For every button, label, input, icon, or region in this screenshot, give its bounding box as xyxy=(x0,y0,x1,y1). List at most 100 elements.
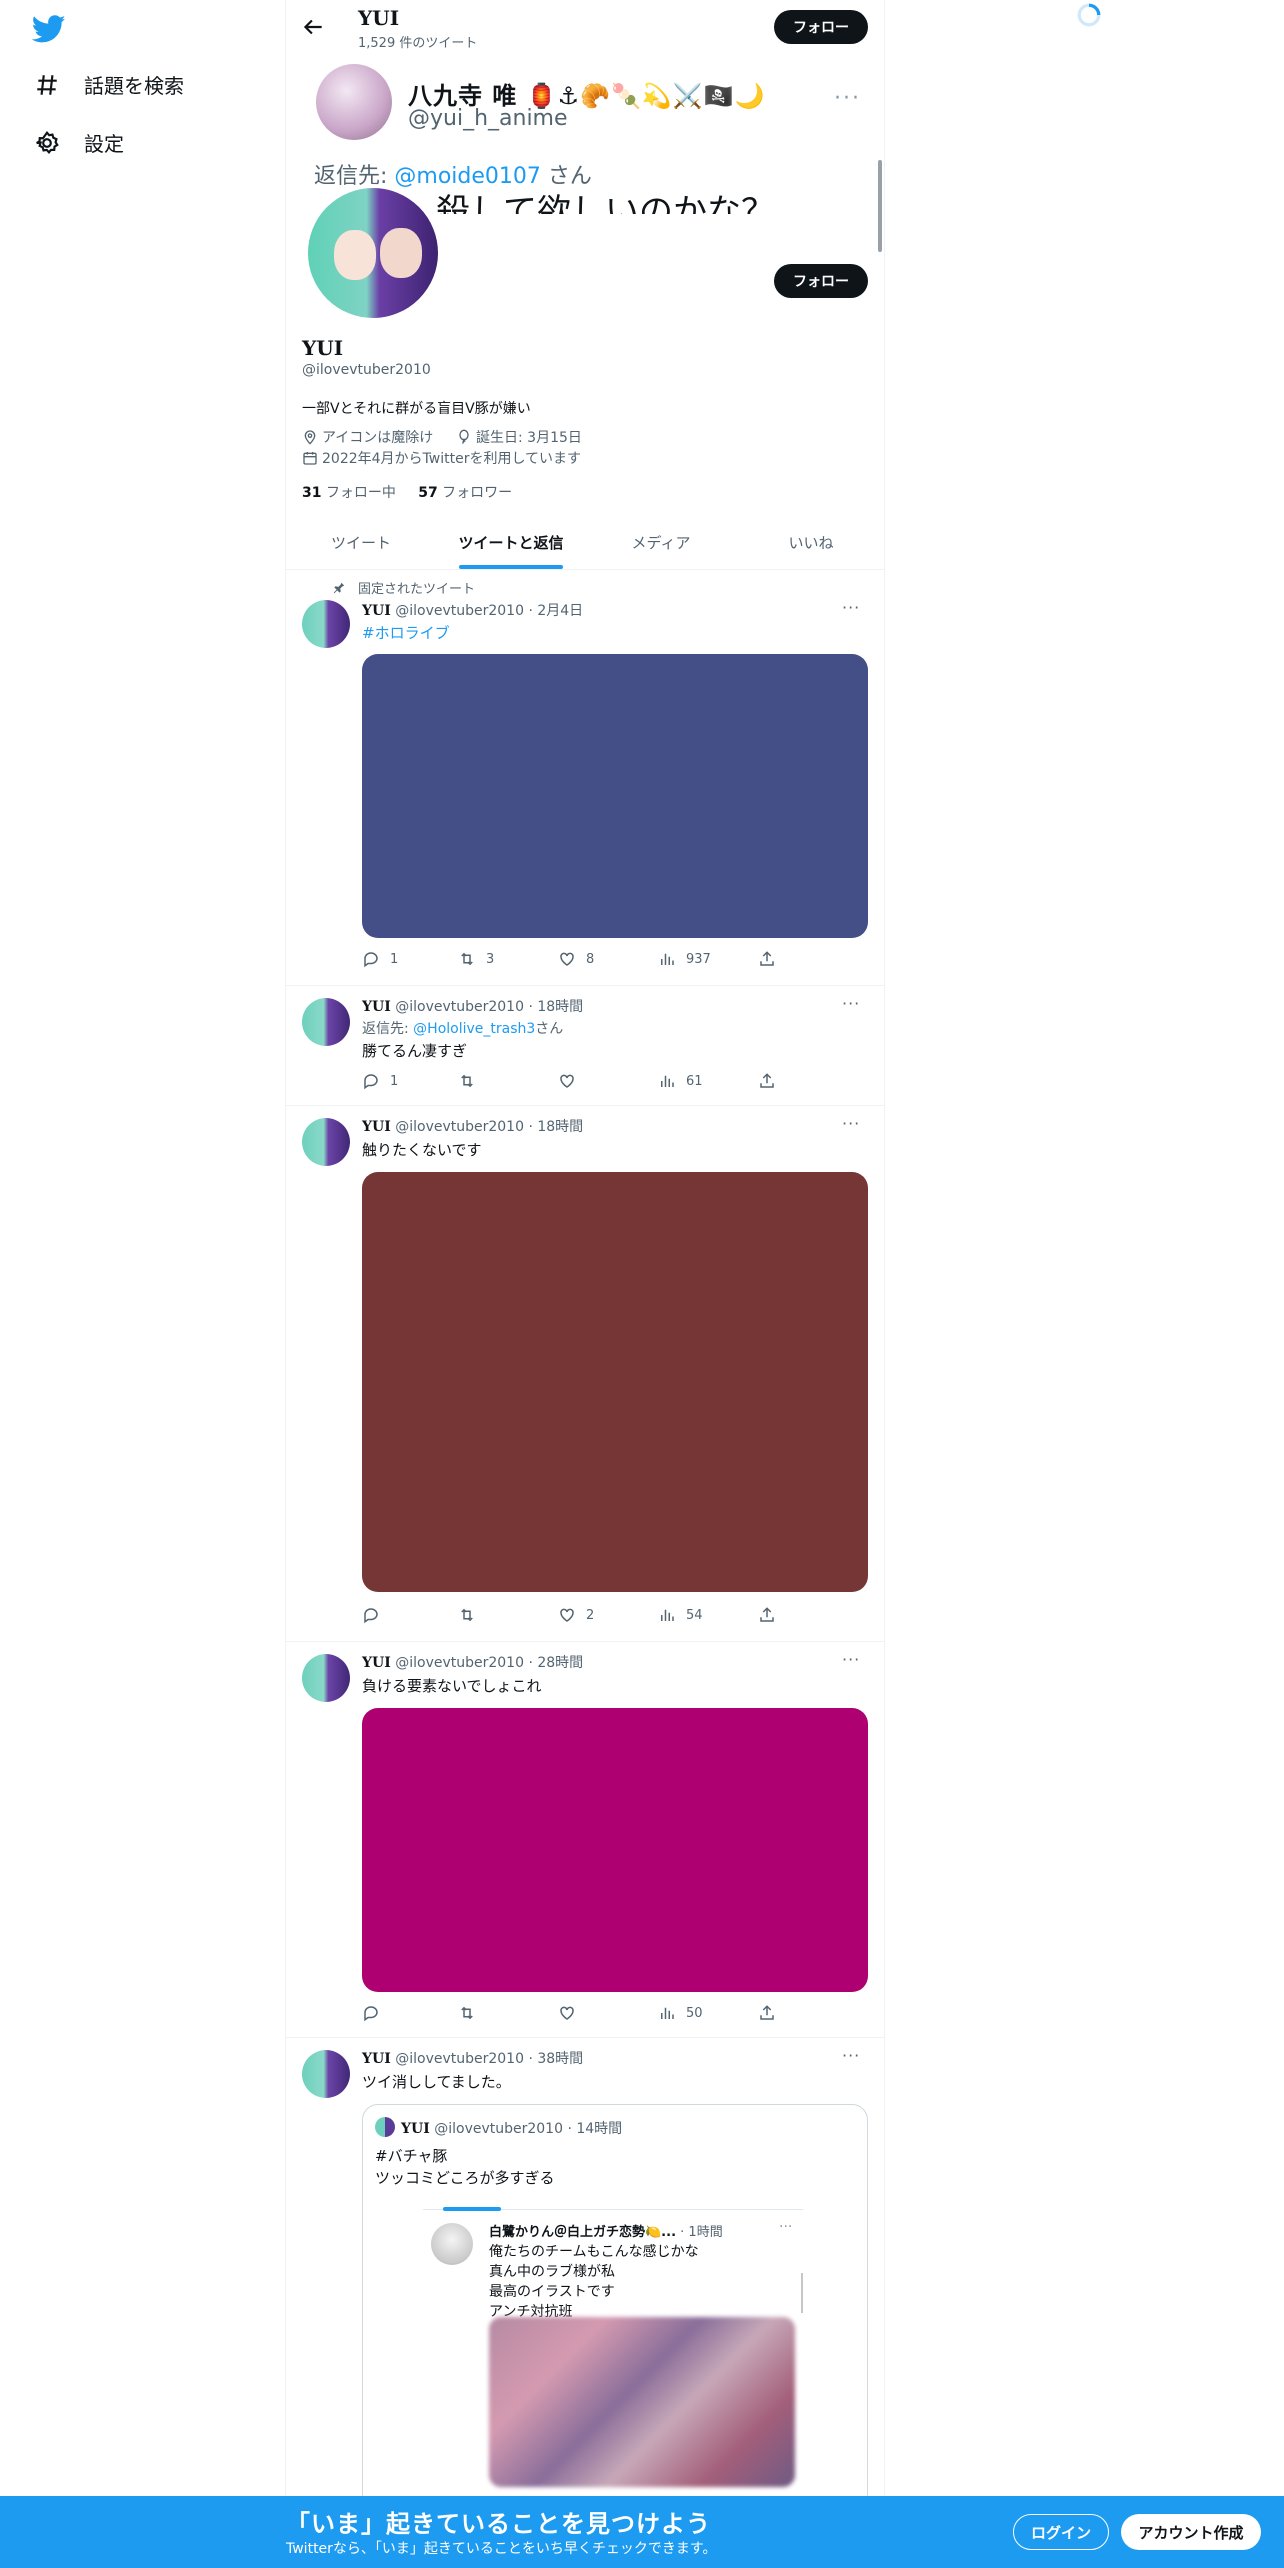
tweet-time[interactable]: 38時間 xyxy=(537,2051,583,2067)
reply-action[interactable]: 1 xyxy=(362,1072,398,1090)
tweet-author-name[interactable]: YUI xyxy=(362,603,391,619)
reply-icon xyxy=(364,1074,378,1090)
tweet-more-icon[interactable]: ··· xyxy=(842,2046,860,2065)
tweet-time[interactable]: 18時間 xyxy=(537,999,583,1015)
following-link[interactable]: 31 フォロー中 xyxy=(302,485,396,501)
reply-icon xyxy=(364,952,378,968)
views-action[interactable]: 937 xyxy=(658,950,711,968)
tweet-reply-to: 返信先: @Hololive_trash3さん xyxy=(362,1018,563,1038)
retweet-action[interactable] xyxy=(458,2004,486,2022)
tweet-author-handle: @ilovevtuber2010 xyxy=(395,2051,524,2067)
tweet-avatar[interactable] xyxy=(302,1654,350,1702)
like-action[interactable] xyxy=(558,2004,586,2022)
retweet-action[interactable]: 3 xyxy=(458,950,494,968)
views-count: 54 xyxy=(686,1607,703,1623)
tweet-author-handle: @ilovevtuber2010 xyxy=(395,1119,524,1135)
tweet-item[interactable]: YUI @ilovevtuber2010 · 38時間 ··· ツイ消ししてまし… xyxy=(286,2038,884,2568)
profile-avatar[interactable] xyxy=(304,184,442,322)
tweet-more-icon[interactable]: ··· xyxy=(842,1650,860,1669)
views-action[interactable]: 61 xyxy=(658,1072,703,1090)
bar-chart-icon xyxy=(661,1609,674,1621)
reply-to-link[interactable]: @Hololive_trash3 xyxy=(413,1021,535,1037)
tweet-author-name[interactable]: YUI xyxy=(362,2051,391,2067)
like-action[interactable]: 8 xyxy=(558,950,594,968)
embedded-scrollbar xyxy=(801,2273,803,2313)
tweet-author-handle: @ilovevtuber2010 xyxy=(395,999,524,1015)
tweet-more-icon[interactable]: ··· xyxy=(842,1114,860,1133)
tab-media[interactable]: メディア xyxy=(586,516,736,569)
reply-action[interactable]: 1 xyxy=(362,950,398,968)
tweet-more-icon[interactable]: ··· xyxy=(842,994,860,1013)
retweet-action[interactable] xyxy=(458,1072,486,1090)
tweet-more-icon[interactable]: ··· xyxy=(842,598,860,617)
tweet-author-name[interactable]: YUI xyxy=(362,999,391,1015)
tweet-header: YUI @ilovevtuber2010 · 2月4日 xyxy=(362,603,584,619)
reply-icon xyxy=(364,2006,378,2022)
quoted-time: 14時間 xyxy=(576,2121,623,2137)
signup-button[interactable]: アカウント作成 xyxy=(1121,2514,1261,2550)
reply-to-prefix: 返信先: xyxy=(362,1021,414,1037)
bar-chart-icon xyxy=(661,953,674,965)
like-action[interactable]: 2 xyxy=(558,1606,594,1624)
views-action[interactable]: 50 xyxy=(658,2004,703,2022)
tab-tweets[interactable]: ツイート xyxy=(286,516,436,569)
tweet-media[interactable] xyxy=(362,1708,868,1992)
tweet-header: YUI @ilovevtuber2010 · 38時間 xyxy=(362,2051,584,2067)
share-action[interactable] xyxy=(758,1606,776,1624)
tweet-item[interactable]: YUI @ilovevtuber2010 · 18時間 ··· 触りたくないです… xyxy=(286,1106,884,1642)
tweet-avatar[interactable] xyxy=(302,600,350,648)
loading-spinner-icon xyxy=(1077,3,1101,27)
profile-follow-button[interactable]: フォロー xyxy=(774,264,868,298)
location-pin-icon xyxy=(304,430,316,445)
quoted-text-line: #バチャ豚 xyxy=(375,2147,448,2165)
share-action[interactable] xyxy=(758,2004,776,2022)
header-follow-button[interactable]: フォロー xyxy=(774,10,868,44)
views-count: 937 xyxy=(686,951,711,967)
tweet-author-name[interactable]: YUI xyxy=(362,1655,391,1671)
reply-action[interactable] xyxy=(362,1606,390,1624)
hashtag-link[interactable]: #ホロライブ xyxy=(362,624,450,642)
tweet-text: 触りたくないです xyxy=(362,1141,482,1159)
retweet-icon xyxy=(461,1074,473,1088)
quoted-avatar xyxy=(375,2117,395,2137)
nav-settings[interactable]: 設定 xyxy=(34,128,124,157)
twitter-bird-icon[interactable] xyxy=(30,12,68,46)
tweet-time[interactable]: 18時間 xyxy=(537,1119,583,1135)
tweet-item[interactable]: 固定されたツイート YUI @ilovevtuber2010 · 2月4日 ··… xyxy=(286,570,884,986)
retweet-action[interactable] xyxy=(458,1606,486,1624)
quoted-text-line: ツッコミどころが多すぎる xyxy=(375,2169,555,2187)
tweet-item[interactable]: YUI @ilovevtuber2010 · 18時間 ··· 返信先: @Ho… xyxy=(286,986,884,1106)
tweet-avatar[interactable] xyxy=(302,2050,350,2098)
tweet-time[interactable]: 2月4日 xyxy=(537,603,583,619)
profile-location-text: アイコンは魔除け xyxy=(322,430,434,446)
tab-likes[interactable]: いいね xyxy=(736,516,884,569)
quoted-header: YUI @ilovevtuber2010 · 14時間 xyxy=(401,2121,623,2137)
followers-link[interactable]: 57 フォロワー xyxy=(418,485,512,501)
tweet-author-name[interactable]: YUI xyxy=(362,1119,391,1135)
embedded-text-line: 最高のイラストです xyxy=(489,2284,615,2300)
tweet-item[interactable]: YUI @ilovevtuber2010 · 28時間 ··· 負ける要素ないで… xyxy=(286,1642,884,2038)
share-action[interactable] xyxy=(758,1072,776,1090)
views-action[interactable]: 54 xyxy=(658,1606,703,1624)
tweet-media[interactable] xyxy=(362,1172,868,1592)
tweet-time[interactable]: 28時間 xyxy=(537,1655,583,1671)
login-button[interactable]: ログイン xyxy=(1013,2514,1109,2550)
like-action[interactable] xyxy=(558,1072,586,1090)
nav-explore[interactable]: 話題を検索 xyxy=(34,70,184,99)
tweet-avatar[interactable] xyxy=(302,1118,350,1166)
avatar-face-left xyxy=(334,230,376,280)
tab-tweets-and-replies[interactable]: ツイートと返信 xyxy=(436,516,586,569)
bar-chart-icon xyxy=(661,2007,674,2019)
reply-to-suffix: さん xyxy=(535,1021,564,1037)
reply-action[interactable] xyxy=(362,2004,390,2022)
tweet-text: ツイ消ししてました。 xyxy=(362,2073,511,2091)
tweet-media[interactable] xyxy=(362,654,868,938)
embedded-time: 1時間 xyxy=(688,2225,723,2240)
following-label: フォロー中 xyxy=(325,485,396,501)
views-count: 61 xyxy=(686,1073,703,1089)
embedded-blurred-image xyxy=(489,2317,795,2487)
tweet-avatar[interactable] xyxy=(302,998,350,1046)
tweet-text: 負ける要素ないでしょこれ xyxy=(362,1677,542,1695)
back-arrow-icon[interactable] xyxy=(300,14,326,40)
share-action[interactable] xyxy=(758,950,776,968)
